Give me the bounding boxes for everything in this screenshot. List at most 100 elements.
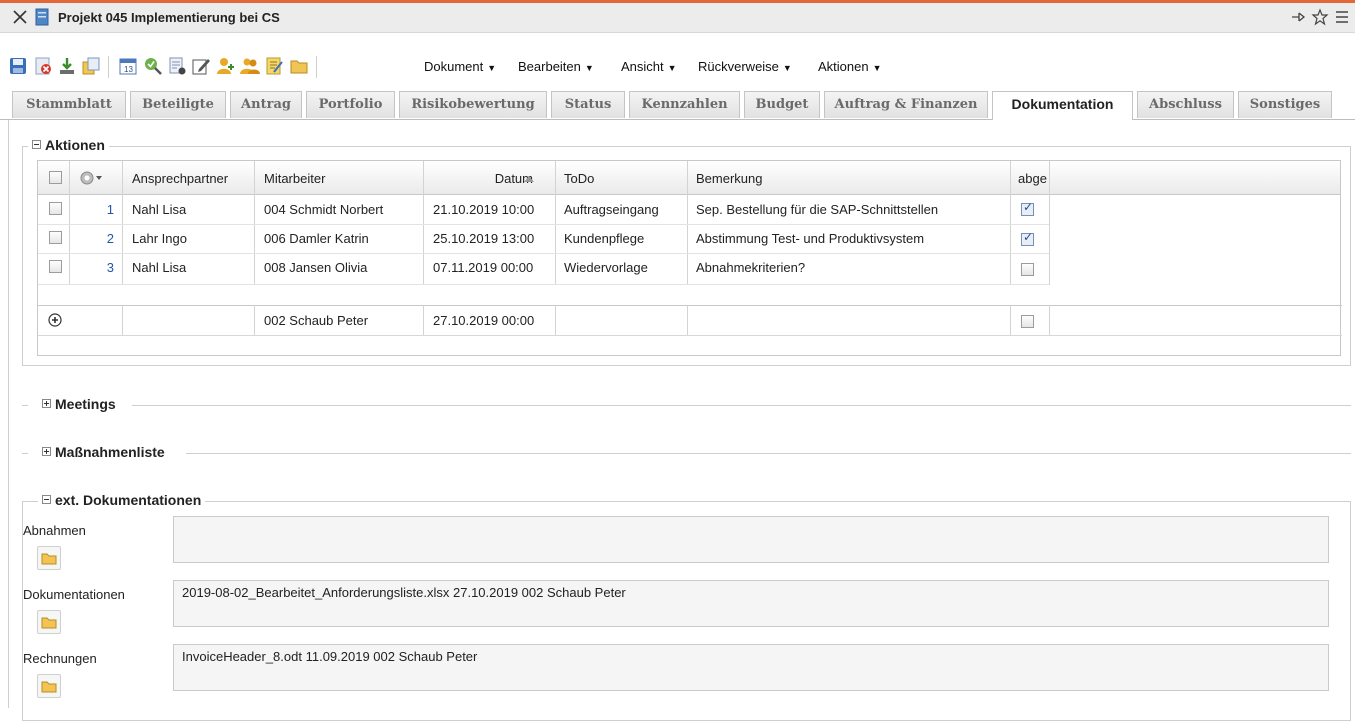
notes-icon[interactable] [264, 56, 284, 76]
abnahmen-field[interactable] [173, 516, 1329, 563]
col-header-abge[interactable]: abge [1012, 164, 1053, 193]
star-icon[interactable] [1311, 8, 1329, 26]
cell-ansprechpartner[interactable]: Nahl Lisa [124, 195, 194, 224]
tab-stammblatt[interactable]: Stammblatt [12, 91, 126, 118]
cell-ansprechpartner[interactable]: Lahr Ingo [124, 224, 195, 253]
expand-icon[interactable] [42, 447, 51, 456]
row-checkbox[interactable] [49, 231, 62, 244]
menu-dokument[interactable]: Dokument ▼ [424, 59, 496, 74]
cell-datum[interactable]: 25.10.2019 13:00 [425, 224, 542, 253]
abnahmen-folder-button[interactable] [37, 546, 61, 570]
tab-sonstiges[interactable]: Sonstiges [1238, 91, 1332, 118]
row-number: 2 [106, 231, 114, 246]
chevron-down-icon: ▼ [487, 63, 497, 73]
collapse-icon[interactable] [42, 495, 51, 504]
chevron-down-icon: ▼ [872, 63, 882, 73]
cell-mitarbeiter[interactable]: 006 Damler Katrin [256, 224, 377, 253]
ext-dokumentationen-legend[interactable]: ext. Dokumentationen [38, 492, 206, 508]
window-title: Projekt 045 Implementierung bei CS [58, 10, 280, 25]
tab-dokumentation[interactable]: Dokumentation [992, 91, 1133, 120]
abnahmen-label: Abnahmen [23, 523, 86, 538]
chevron-down-icon: ▼ [782, 63, 792, 73]
col-header-mitarbeiter[interactable]: Mitarbeiter [256, 164, 333, 193]
folder-icon [41, 617, 57, 629]
menu-ansicht[interactable]: Ansicht ▼ [621, 59, 677, 74]
folder-icon[interactable] [289, 56, 309, 76]
content-left-border [8, 120, 9, 708]
tab-kennzahlen[interactable]: Kennzahlen [629, 91, 740, 118]
abge-checkbox[interactable] [1021, 263, 1034, 276]
tab-auftrag-finanzen[interactable]: Auftrag & Finanzen [824, 91, 988, 118]
row-number: 1 [106, 202, 114, 217]
menu-bearbeiten[interactable]: Bearbeiten ▼ [518, 59, 594, 74]
aktionen-grid: Ansprechpartner Mitarbeiter Datum ToDo B… [37, 160, 1342, 356]
window-titlebar: Projekt 045 Implementierung bei CS [0, 3, 1355, 33]
expand-icon[interactable] [42, 399, 51, 408]
calendar-icon[interactable]: 13 [118, 56, 138, 76]
delete-icon[interactable] [33, 56, 53, 76]
row-checkbox[interactable] [49, 260, 62, 273]
collapse-icon[interactable] [32, 140, 41, 149]
tab-budget[interactable]: Budget [744, 91, 820, 118]
menu-rueckverweise[interactable]: Rückverweise ▼ [698, 59, 792, 74]
sort-asc-icon [524, 176, 534, 182]
save-icon[interactable] [8, 56, 28, 76]
close-icon[interactable] [12, 9, 28, 25]
new-bemerkung-field[interactable] [688, 306, 1008, 335]
search-check-icon[interactable] [143, 56, 163, 76]
cell-bemerkung[interactable]: Abstimmung Test- und Produktivsystem [688, 224, 932, 253]
cell-bemerkung[interactable]: Abnahmekriterien? [688, 253, 813, 282]
copy-icon[interactable] [81, 56, 101, 76]
folder-icon [41, 553, 57, 565]
add-row-icon[interactable] [48, 313, 62, 327]
cell-mitarbeiter[interactable]: 004 Schmidt Norbert [256, 195, 391, 224]
abge-checkbox[interactable] [1021, 230, 1034, 246]
col-header-ansprechpartner[interactable]: Ansprechpartner [124, 164, 236, 193]
new-datum-field[interactable]: 27.10.2019 00:00 [425, 306, 542, 335]
new-todo-field[interactable] [556, 306, 686, 335]
report-icon[interactable] [167, 56, 187, 76]
cell-todo[interactable]: Wiedervorlage [556, 253, 656, 282]
dokumentationen-folder-button[interactable] [37, 610, 61, 634]
svg-text:13: 13 [124, 65, 133, 74]
new-abge-checkbox[interactable] [1021, 315, 1034, 328]
tab-abschluss[interactable]: Abschluss [1137, 91, 1234, 118]
tab-antrag[interactable]: Antrag [230, 91, 302, 118]
dokumentationen-field[interactable]: 2019-08-02_Bearbeitet_Anforderungsliste.… [173, 580, 1329, 627]
pin-icon[interactable] [1289, 8, 1307, 26]
tab-portfolio[interactable]: Portfolio [306, 91, 395, 118]
edit-icon[interactable] [191, 56, 211, 76]
new-mitarbeiter-field[interactable]: 002 Schaub Peter [256, 306, 376, 335]
new-ansprechpartner-field[interactable] [124, 306, 140, 335]
rechnungen-folder-button[interactable] [37, 674, 61, 698]
col-header-todo[interactable]: ToDo [556, 164, 602, 193]
user-add-icon[interactable] [216, 56, 236, 76]
rechnungen-field[interactable]: InvoiceHeader_8.odt 11.09.2019 002 Schau… [173, 644, 1329, 691]
row-checkbox[interactable] [49, 202, 62, 215]
cell-todo[interactable]: Auftragseingang [556, 195, 667, 224]
toolbar: 13 Dokument ▼ Bearbeiten ▼ Ansicht ▼ Rückve… [0, 56, 1355, 86]
menu-aktionen[interactable]: Aktionen ▼ [818, 59, 882, 74]
folder-icon [41, 681, 57, 693]
abge-checkbox[interactable] [1021, 200, 1034, 216]
menu-icon[interactable] [1333, 8, 1351, 26]
cell-ansprechpartner[interactable]: Nahl Lisa [124, 253, 194, 282]
tab-risikobewertung[interactable]: Risikobewertung [399, 91, 547, 118]
massnahmenliste-legend[interactable]: Maßnahmenliste [38, 444, 169, 460]
cell-bemerkung[interactable]: Sep. Bestellung für die SAP-Schnittstell… [688, 195, 946, 224]
cell-mitarbeiter[interactable]: 008 Jansen Olivia [256, 253, 375, 282]
meetings-legend[interactable]: Meetings [38, 396, 120, 412]
cell-datum[interactable]: 21.10.2019 10:00 [425, 195, 542, 224]
tab-status[interactable]: Status [551, 91, 625, 118]
select-all-checkbox[interactable] [49, 171, 62, 184]
col-header-datum[interactable]: Datum [425, 164, 555, 193]
user-group-icon[interactable] [240, 56, 260, 76]
download-icon[interactable] [57, 56, 77, 76]
col-header-bemerkung[interactable]: Bemerkung [688, 164, 770, 193]
tab-beteiligte[interactable]: Beteiligte [130, 91, 226, 118]
aktionen-legend[interactable]: Aktionen [28, 137, 109, 153]
cell-datum[interactable]: 07.11.2019 00:00 [425, 253, 541, 282]
cell-todo[interactable]: Kundenpflege [556, 224, 652, 253]
gear-icon[interactable] [79, 170, 103, 186]
row-number: 3 [106, 260, 114, 275]
